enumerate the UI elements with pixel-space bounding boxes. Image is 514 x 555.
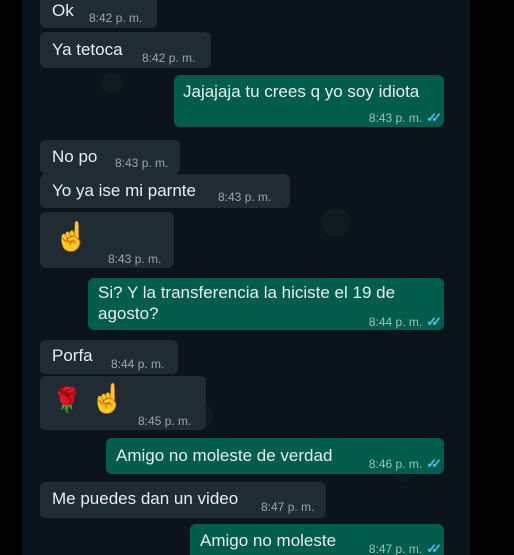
message-time: 8:47 p. m. — [261, 500, 315, 514]
chat-message-list[interactable]: Ok 8:42 p. m. Ya tetoca 8:42 p. m. Jajaj… — [22, 0, 470, 555]
incoming-message[interactable]: Ok 8:42 p. m. — [40, 0, 157, 28]
message-time: 8:43 p. m. — [218, 190, 272, 204]
pointing-up-emoji: ☝ — [54, 221, 89, 252]
message-text: Amigo no moleste — [200, 531, 337, 550]
message-time: 8:42 p. m. — [142, 51, 196, 65]
incoming-emoji-message[interactable]: 🌹 ☝ 8:45 p. m. — [40, 376, 206, 430]
message-text-line-1: Si? Y la transferencia la hiciste el 19 … — [98, 283, 396, 302]
incoming-message[interactable]: Yo ya ise mi parnte 8:43 p. m. — [40, 174, 290, 208]
double-check-icon: ✓✓ — [426, 541, 442, 555]
outgoing-message[interactable]: Si? Y la transferencia la hiciste el 19 … — [88, 278, 444, 330]
message-time-status: 8:46 p. m. ✓✓ — [368, 453, 442, 475]
outgoing-message[interactable]: Jajajaja tu crees q yo soy idiota 8:43 p… — [174, 75, 444, 127]
message-time: 8:45 p. m. — [138, 414, 192, 428]
message-time: 8:47 p. m. — [368, 542, 423, 555]
rose-emoji: 🌹 — [52, 387, 82, 414]
double-check-icon: ✓✓ — [426, 110, 442, 125]
screenshot-frame: Ok 8:42 p. m. Ya tetoca 8:42 p. m. Jajaj… — [0, 0, 514, 555]
message-time: 8:42 p. m. — [89, 11, 143, 25]
message-text-line-2: agosto? — [98, 304, 159, 323]
message-time: 8:44 p. m. — [111, 357, 165, 371]
message-text: Amigo no moleste de verdad — [116, 446, 333, 465]
message-text: No po — [52, 147, 98, 166]
incoming-message[interactable]: Me puedes dan un video 8:47 p. m. — [40, 482, 326, 518]
message-time-status: 8:43 p. m. ✓✓ — [368, 107, 442, 129]
message-text: Ok — [52, 1, 74, 20]
double-check-icon: ✓✓ — [426, 456, 442, 471]
message-text: Me puedes dan un video — [52, 489, 239, 508]
outgoing-message[interactable]: Amigo no moleste de verdad 8:46 p. m. ✓✓ — [106, 438, 444, 474]
double-check-icon: ✓✓ — [426, 314, 442, 329]
message-text: Porfa — [52, 346, 93, 365]
incoming-message[interactable]: No po 8:43 p. m. — [40, 140, 180, 174]
message-time: 8:43 p. m. — [368, 111, 423, 125]
message-time: 8:44 p. m. — [368, 315, 423, 329]
message-time: 8:46 p. m. — [368, 457, 423, 471]
outgoing-message[interactable]: Amigo no moleste 8:47 p. m. ✓✓ — [190, 524, 444, 555]
incoming-message[interactable]: Porfa 8:44 p. m. — [40, 340, 178, 374]
message-time-status: 8:47 p. m. ✓✓ — [368, 538, 442, 555]
message-text: Yo ya ise mi parnte — [52, 181, 196, 200]
message-text: Jajajaja tu crees q yo soy idiota — [183, 82, 420, 101]
incoming-emoji-message[interactable]: ☝ 8:43 p. m. — [40, 212, 174, 268]
message-time: 8:43 p. m. — [108, 252, 162, 266]
message-time: 8:43 p. m. — [115, 156, 169, 170]
message-time-status: 8:44 p. m. ✓✓ — [368, 311, 442, 333]
message-text: Ya tetoca — [52, 40, 123, 59]
incoming-message[interactable]: Ya tetoca 8:42 p. m. — [40, 32, 211, 68]
pointing-up-emoji: ☝ — [90, 383, 125, 414]
